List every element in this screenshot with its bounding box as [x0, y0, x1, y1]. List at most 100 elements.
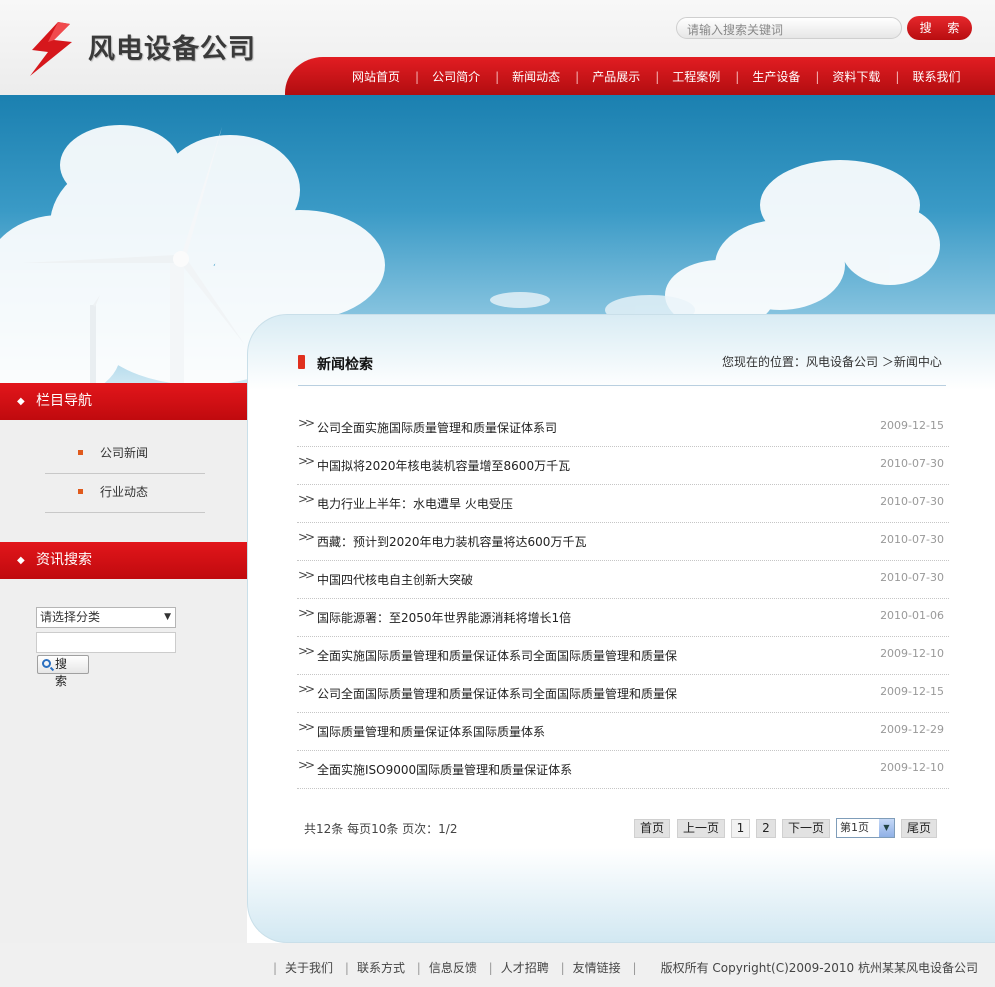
double-chevron-icon: >> [298, 492, 315, 506]
news-date: 2010-07-30 [880, 533, 944, 546]
double-chevron-icon: >> [298, 416, 315, 430]
sidebar-item-company-news[interactable]: 公司新闻 [45, 435, 205, 474]
square-bullet-icon [78, 450, 83, 455]
double-chevron-icon: >> [298, 454, 315, 468]
nav-item-home[interactable]: 网站首页 | [352, 68, 432, 85]
double-chevron-icon: >> [298, 530, 315, 544]
list-item[interactable]: >> 公司全面国际质量管理和质量保证体系司全面国际质量管理和质量保 2009-12-… [297, 675, 949, 713]
news-date: 2009-12-15 [880, 419, 944, 432]
news-date: 2009-12-15 [880, 685, 944, 698]
sidebar-search-title: 资讯搜索 [36, 552, 92, 568]
nav-item-about[interactable]: 公司简介 | [432, 68, 512, 85]
title-marker-icon [298, 355, 305, 369]
double-chevron-icon: >> [298, 720, 315, 734]
keyword-input[interactable] [36, 632, 176, 653]
footer-link-friends[interactable]: 友情链接 [573, 961, 621, 975]
sidebar-nav-list: 公司新闻 行业动态 [45, 435, 205, 513]
site-footer: | 关于我们 | 联系方式 | 信息反馈 | 人才招聘 | 友情链接 | 版权所有 Cop… [0, 943, 995, 987]
news-title[interactable]: 西藏：预计到2020年电力装机容量将达600万千瓦 [317, 533, 586, 550]
news-date: 2010-07-30 [880, 495, 944, 508]
double-chevron-icon: >> [298, 606, 315, 620]
news-title[interactable]: 中国四代核电自主创新大突破 [317, 571, 473, 588]
dropdown-arrow-icon: ▼ [879, 819, 894, 837]
double-chevron-icon: >> [298, 568, 315, 582]
news-list: >> 公司全面实施国际质量管理和质量保证体系司 2009-12-15 >> 中国拟将2… [297, 409, 949, 789]
news-title[interactable]: 中国拟将2020年核电装机容量增至8600万千瓦 [317, 457, 570, 474]
sidebar-item-industry-news[interactable]: 行业动态 [45, 474, 205, 513]
search-icon [42, 659, 51, 668]
sidebar-nav-heading: ◆ 栏目导航 [0, 383, 247, 420]
content-panel: 新闻检索 您现在的位置：风电设备公司 ＞新闻中心 >> 公司全面实施国际质量管理和… [247, 314, 995, 943]
diamond-bullet-icon: ◆ [17, 396, 25, 407]
nav-separator: | [815, 70, 820, 84]
footer-link-jobs[interactable]: 人才招聘 [501, 961, 549, 975]
lightning-logo-icon[interactable] [28, 20, 76, 78]
double-chevron-icon: >> [298, 758, 315, 772]
news-date: 2009-12-29 [880, 723, 944, 736]
news-date: 2009-12-10 [880, 761, 944, 774]
nav-item-cases[interactable]: 工程案例 | [672, 68, 752, 85]
diamond-bullet-icon: ◆ [17, 555, 25, 566]
news-date: 2010-01-06 [880, 609, 944, 622]
footer-links: | 关于我们 | 联系方式 | 信息反馈 | 人才招聘 | 友情链接 | [273, 961, 637, 975]
list-item[interactable]: >> 西藏：预计到2020年电力装机容量将达600万千瓦 2010-07-30 [297, 523, 949, 561]
nav-separator: | [495, 70, 500, 84]
list-item[interactable]: >> 电力行业上半年：水电遭旱 火电受压 2010-07-30 [297, 485, 949, 523]
nav-separator: | [655, 70, 660, 84]
footer-link-contact[interactable]: 联系方式 [357, 961, 405, 975]
site-header: 风电设备公司 请输入搜索关键词 搜 索 网站首页 | 公司简介 | 新闻动态 | 产品… [0, 0, 995, 95]
nav-separator: | [895, 70, 900, 84]
list-item[interactable]: >> 全面实施ISO9000国际质量管理和质量保证体系 2009-12-10 [297, 751, 949, 789]
copyright: 版权所有 Copyright(C)2009-2010 杭州某某风电设备公司 [660, 961, 978, 975]
news-title[interactable]: 全面实施ISO9000国际质量管理和质量保证体系 [317, 761, 572, 778]
nav-item-news[interactable]: 新闻动态 | [512, 68, 592, 85]
header-search-button[interactable]: 搜 索 [907, 16, 972, 40]
header-search-input[interactable]: 请输入搜索关键词 [676, 17, 902, 39]
news-date: 2010-07-30 [880, 571, 944, 584]
news-title[interactable]: 全面实施国际质量管理和质量保证体系司全面国际质量管理和质量保 [317, 647, 677, 664]
list-item[interactable]: >> 公司全面实施国际质量管理和质量保证体系司 2009-12-15 [297, 409, 949, 447]
nav-item-equipment[interactable]: 生产设备 | [752, 68, 832, 85]
nav-item-downloads[interactable]: 资料下载 | [832, 68, 912, 85]
footer-link-feedback[interactable]: 信息反馈 [429, 961, 477, 975]
page-select[interactable]: 第1页 ▼ [836, 818, 895, 838]
pager-summary: 共12条 每页10条 页次：1/2 [304, 822, 458, 836]
double-chevron-icon: >> [298, 644, 315, 658]
square-bullet-icon [78, 489, 83, 494]
list-item[interactable]: >> 国际质量管理和质量保证体系国际质量体系 2009-12-29 [297, 713, 949, 751]
divider [298, 385, 946, 386]
news-title[interactable]: 国际能源署：至2050年世界能源消耗将增长1倍 [317, 609, 571, 626]
list-item[interactable]: >> 国际能源署：至2050年世界能源消耗将增长1倍 2010-01-06 [297, 599, 949, 637]
news-title[interactable]: 公司全面实施国际质量管理和质量保证体系司 [317, 419, 557, 436]
sidebar-nav-title: 栏目导航 [36, 393, 92, 409]
list-item[interactable]: >> 中国拟将2020年核电装机容量增至8600万千瓦 2010-07-30 [297, 447, 949, 485]
first-page-button[interactable]: 首页 [634, 819, 670, 838]
news-date: 2010-07-30 [880, 457, 944, 470]
breadcrumb: 您现在的位置：风电设备公司 ＞新闻中心 [722, 355, 942, 369]
sidebar-search-heading: ◆ 资讯搜索 [0, 542, 247, 579]
nav-item-products[interactable]: 产品展示 | [592, 68, 672, 85]
news-title[interactable]: 国际质量管理和质量保证体系国际质量体系 [317, 723, 545, 740]
list-item[interactable]: >> 全面实施国际质量管理和质量保证体系司全面国际质量管理和质量保 2009-12-… [297, 637, 949, 675]
prev-page-button[interactable]: 上一页 [677, 819, 725, 838]
main-nav: 网站首页 | 公司简介 | 新闻动态 | 产品展示 | 工程案例 | 生产设备 | 资料下载… [285, 57, 995, 95]
nav-item-contact[interactable]: 联系我们 [912, 68, 960, 85]
sidebar-search-button[interactable]: 搜 索 [37, 655, 89, 688]
list-item[interactable]: >> 中国四代核电自主创新大突破 2010-07-30 [297, 561, 949, 599]
page-1-button[interactable]: 1 [731, 819, 750, 838]
news-title[interactable]: 电力行业上半年：水电遭旱 火电受压 [317, 495, 513, 512]
next-page-button[interactable]: 下一页 [782, 819, 830, 838]
nav-separator: | [575, 70, 580, 84]
dropdown-arrow-icon: ▼ [164, 612, 171, 622]
double-chevron-icon: >> [298, 682, 315, 696]
sidebar: ◆ 栏目导航 公司新闻 行业动态 ◆ 资讯搜索 请选择分类 ▼ 搜 索 [0, 383, 247, 943]
site-brand-name[interactable]: 风电设备公司 [88, 27, 256, 66]
page-title: 新闻检索 [317, 357, 373, 373]
news-title[interactable]: 公司全面国际质量管理和质量保证体系司全面国际质量管理和质量保 [317, 685, 677, 702]
category-select[interactable]: 请选择分类 ▼ [36, 607, 176, 628]
nav-separator: | [415, 70, 420, 84]
nav-separator: | [735, 70, 740, 84]
footer-link-about[interactable]: 关于我们 [285, 961, 333, 975]
page-2-button[interactable]: 2 [756, 819, 776, 838]
last-page-button[interactable]: 尾页 [901, 819, 937, 838]
